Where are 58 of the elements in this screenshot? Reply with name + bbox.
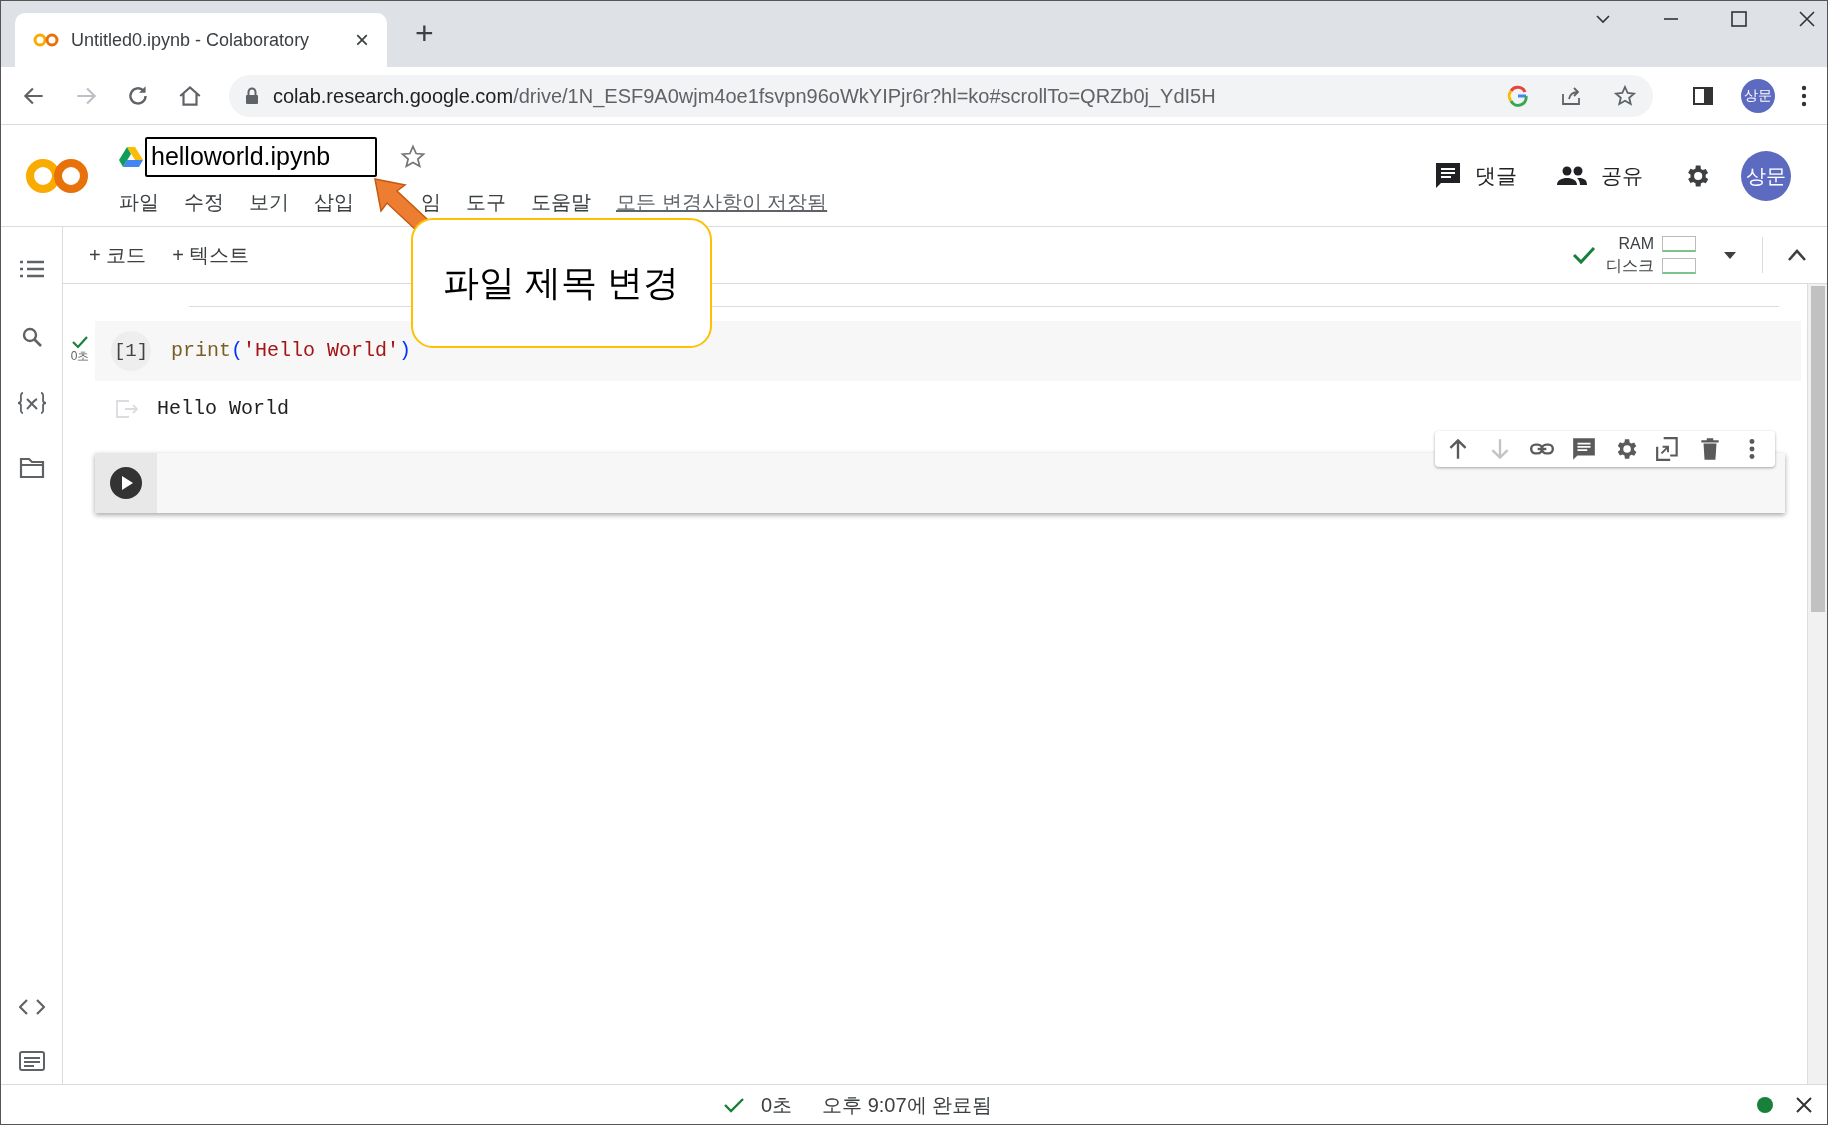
execution-count[interactable]: [1] [111, 331, 151, 371]
run-icon[interactable] [109, 466, 143, 500]
menu-item[interactable]: 도구 [466, 186, 506, 217]
run-time-label: 0초 [70, 349, 90, 363]
more-icon[interactable] [1801, 84, 1807, 107]
comment-button[interactable]: 댓글 [1435, 159, 1517, 192]
close-icon[interactable] [1797, 9, 1817, 29]
comment-icon [1435, 161, 1461, 190]
menu-item[interactable]: 보기 [249, 186, 289, 217]
mirror-cell-icon[interactable] [1655, 436, 1681, 462]
scrollbar-thumb[interactable] [1810, 286, 1825, 612]
output-text: Hello World [157, 396, 290, 422]
duration-text: 0초 [761, 1092, 793, 1118]
menu-item[interactable]: 삽입 [314, 186, 354, 217]
star-icon[interactable] [399, 142, 427, 171]
menu-item[interactable]: 파일 [119, 186, 159, 217]
add-button[interactable]: + 텍스트 [172, 240, 250, 270]
dropdown-icon[interactable] [1722, 250, 1738, 260]
menu-item[interactable]: 수정 [184, 186, 224, 217]
tab-close-button[interactable]: × [355, 22, 369, 58]
code-line: print('Hello World') [171, 338, 412, 364]
terminal-icon[interactable] [18, 1050, 45, 1072]
menu-item[interactable]: 임 [421, 186, 441, 217]
add-button[interactable]: + 코드 [89, 240, 147, 270]
code-cell[interactable]: [1] print('Hello World') [95, 321, 1801, 381]
tab-title: Untitled0.ipynb - Colaboratory [71, 28, 311, 52]
lock-icon [245, 86, 259, 105]
output-icon [115, 399, 139, 419]
resource-meter[interactable]: RAM 디스크 [1606, 233, 1696, 277]
code-snippets-icon[interactable] [18, 998, 45, 1016]
check-icon [71, 335, 89, 349]
comment-icon[interactable] [1571, 436, 1597, 462]
collapse-icon[interactable] [1787, 248, 1807, 262]
browser-tab[interactable]: Untitled0.ipynb - Colaboratory × [15, 13, 387, 67]
new-tab-button[interactable]: + [415, 9, 434, 57]
drive-icon [119, 145, 143, 168]
table-of-contents-icon[interactable] [18, 259, 45, 279]
title-field[interactable]: helloworld.ipynb [145, 136, 377, 177]
address-bar[interactable]: colab.research.google.com/drive/1N_ESF9A0wjm4oe1fsvpn96oWkYIPjr6r?hl=ko#scrollTo=QRZb0j_YdI5H [229, 74, 1653, 117]
url-text: colab.research.google.com/drive/1N_ESF9A0wjm4oe1fsvpn96oWkYIPjr6r?hl=ko#scrollTo=QRZb0j_YdI5H [273, 83, 1217, 110]
star-icon[interactable] [1613, 83, 1637, 108]
completion-status: 오후 9:07에 완료됨 [822, 1092, 993, 1118]
close-icon[interactable] [1795, 1095, 1813, 1114]
maximize-icon[interactable] [1729, 9, 1749, 29]
profile-avatar[interactable]: 상문 [1741, 78, 1775, 113]
save-status-link[interactable]: 모든 변경사항이 저장됨 [616, 186, 828, 217]
check-icon [1572, 245, 1596, 265]
folder-icon[interactable] [18, 457, 45, 479]
code-cell[interactable] [95, 453, 1785, 513]
google-icon[interactable] [1507, 84, 1529, 107]
callout-label: 파일 제목 변경 [411, 218, 712, 348]
colab-logo-icon [33, 33, 59, 47]
menu-item[interactable]: 도움말 [531, 186, 591, 217]
variables-icon[interactable] [16, 391, 47, 415]
user-avatar[interactable]: 상문 [1741, 150, 1791, 201]
share-button[interactable]: 공유 [1557, 159, 1643, 192]
check-icon [723, 1095, 745, 1114]
people-icon [1557, 165, 1587, 186]
